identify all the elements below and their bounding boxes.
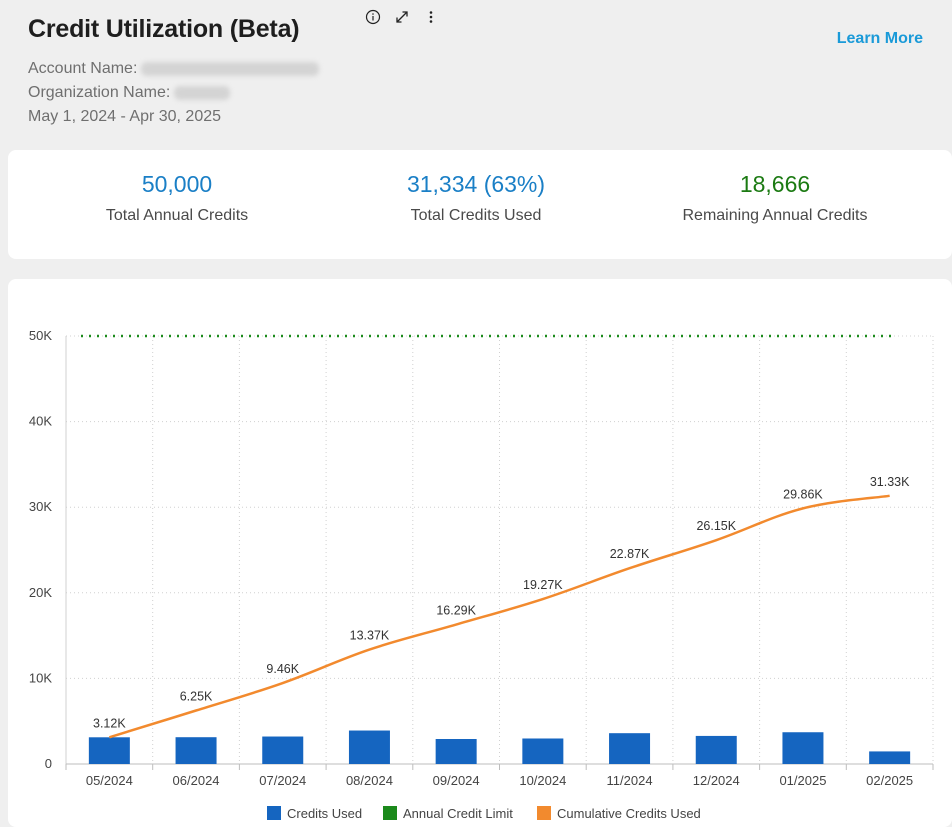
- kpi-value: 18,666: [739, 171, 811, 197]
- kpi-total-annual-credits: 50,000 Total Annual Credits: [27, 150, 327, 225]
- legend-label: Credits Used: [287, 806, 362, 821]
- data-label-cumulative: 19.27K: [523, 578, 563, 592]
- bar-credits-used: [175, 737, 217, 764]
- kpi-label: Total Credits Used: [410, 207, 542, 224]
- bar-credits-used: [869, 751, 911, 764]
- bar-credits-used: [348, 730, 390, 764]
- data-label-cumulative: 31.33K: [870, 475, 910, 489]
- bar-credits-used: [695, 735, 737, 764]
- kpi-value: 50,000: [141, 171, 213, 197]
- data-label-cumulative: 22.87K: [610, 547, 650, 561]
- y-tick-label: 40K: [29, 414, 52, 429]
- organization-name-redacted: [174, 86, 231, 100]
- bar-credits-used: [435, 739, 477, 764]
- legend-swatch: [383, 806, 397, 820]
- more-vertical-icon[interactable]: [422, 8, 440, 26]
- bar-credits-used: [782, 732, 824, 764]
- credit-utilization-chart: 0 10K 20K 30K 40K 50K 05/2024 06/2024 07/2024 08/…: [29, 328, 934, 821]
- bar-credits-used: [262, 736, 304, 764]
- organization-name-row: Organization Name:: [28, 84, 231, 102]
- kpi-label: Remaining Annual Credits: [682, 207, 868, 224]
- widget-title: Credit Utilization (Beta): [28, 15, 300, 43]
- x-tick-label: 07/2024: [259, 773, 306, 788]
- expand-icon[interactable]: [393, 8, 411, 26]
- kpi-total-credits-used: 31,334 (63%) Total Credits Used: [326, 150, 626, 225]
- data-label-cumulative: 6.25K: [180, 690, 213, 704]
- legend-swatch: [267, 806, 281, 820]
- legend-swatch: [537, 806, 551, 820]
- header-actions: [364, 8, 440, 26]
- account-name-redacted: [141, 62, 320, 76]
- kpi-label: Total Annual Credits: [105, 207, 249, 224]
- kpi-summary-card: 50,000 Total Annual Credits 31,334 (63%)…: [8, 150, 952, 259]
- data-label-cumulative: 26.15K: [696, 519, 736, 533]
- account-name-label: Account Name:: [28, 60, 138, 77]
- y-tick-label: 30K: [29, 499, 52, 514]
- bar-credits-used: [522, 738, 564, 764]
- x-tick-label: 09/2024: [433, 773, 480, 788]
- y-tick-label: 0: [45, 756, 52, 771]
- bar-credits-used: [609, 733, 651, 764]
- widget-header: Credit Utilization (Beta) Learn More Acc…: [0, 0, 952, 140]
- organization-name-label: Organization Name:: [28, 84, 171, 101]
- bar-credits-used: [88, 737, 130, 764]
- kpi-remaining-annual-credits: 18,666 Remaining Annual Credits: [625, 150, 925, 225]
- data-label-cumulative: 13.37K: [350, 629, 390, 643]
- x-tick-label: 02/2025: [866, 773, 913, 788]
- learn-more-link[interactable]: Learn More: [837, 30, 923, 48]
- x-tick-label: 11/2024: [607, 773, 653, 788]
- x-tick-label: 06/2024: [173, 773, 220, 788]
- y-tick-label: 10K: [29, 670, 52, 685]
- x-tick-label: 12/2024: [693, 773, 740, 788]
- chart-card: 0 10K 20K 30K 40K 50K 05/2024 06/2024 07/2024 08/…: [8, 279, 952, 827]
- date-range: May 1, 2024 - Apr 30, 2025: [28, 108, 222, 125]
- data-label-cumulative: 3.12K: [93, 716, 126, 730]
- x-tick-label: 10/2024: [519, 773, 566, 788]
- legend-label: Cumulative Credits Used: [557, 806, 701, 821]
- account-name-row: Account Name:: [28, 60, 320, 78]
- y-tick-label: 50K: [29, 328, 52, 343]
- x-tick-label: 08/2024: [346, 773, 393, 788]
- data-label-cumulative: 9.46K: [266, 662, 299, 676]
- x-tick-label: 01/2025: [779, 773, 826, 788]
- info-icon[interactable]: [364, 8, 382, 26]
- kpi-value: 31,334 (63%): [406, 171, 546, 197]
- chart-legend: Credits Used Annual Credit Limit Cumulativ…: [267, 806, 701, 821]
- legend-label: Annual Credit Limit: [403, 806, 513, 821]
- data-label-cumulative: 29.86K: [783, 487, 823, 501]
- x-tick-label: 05/2024: [86, 773, 133, 788]
- data-label-cumulative: 16.29K: [436, 604, 476, 618]
- y-tick-label: 20K: [29, 585, 52, 600]
